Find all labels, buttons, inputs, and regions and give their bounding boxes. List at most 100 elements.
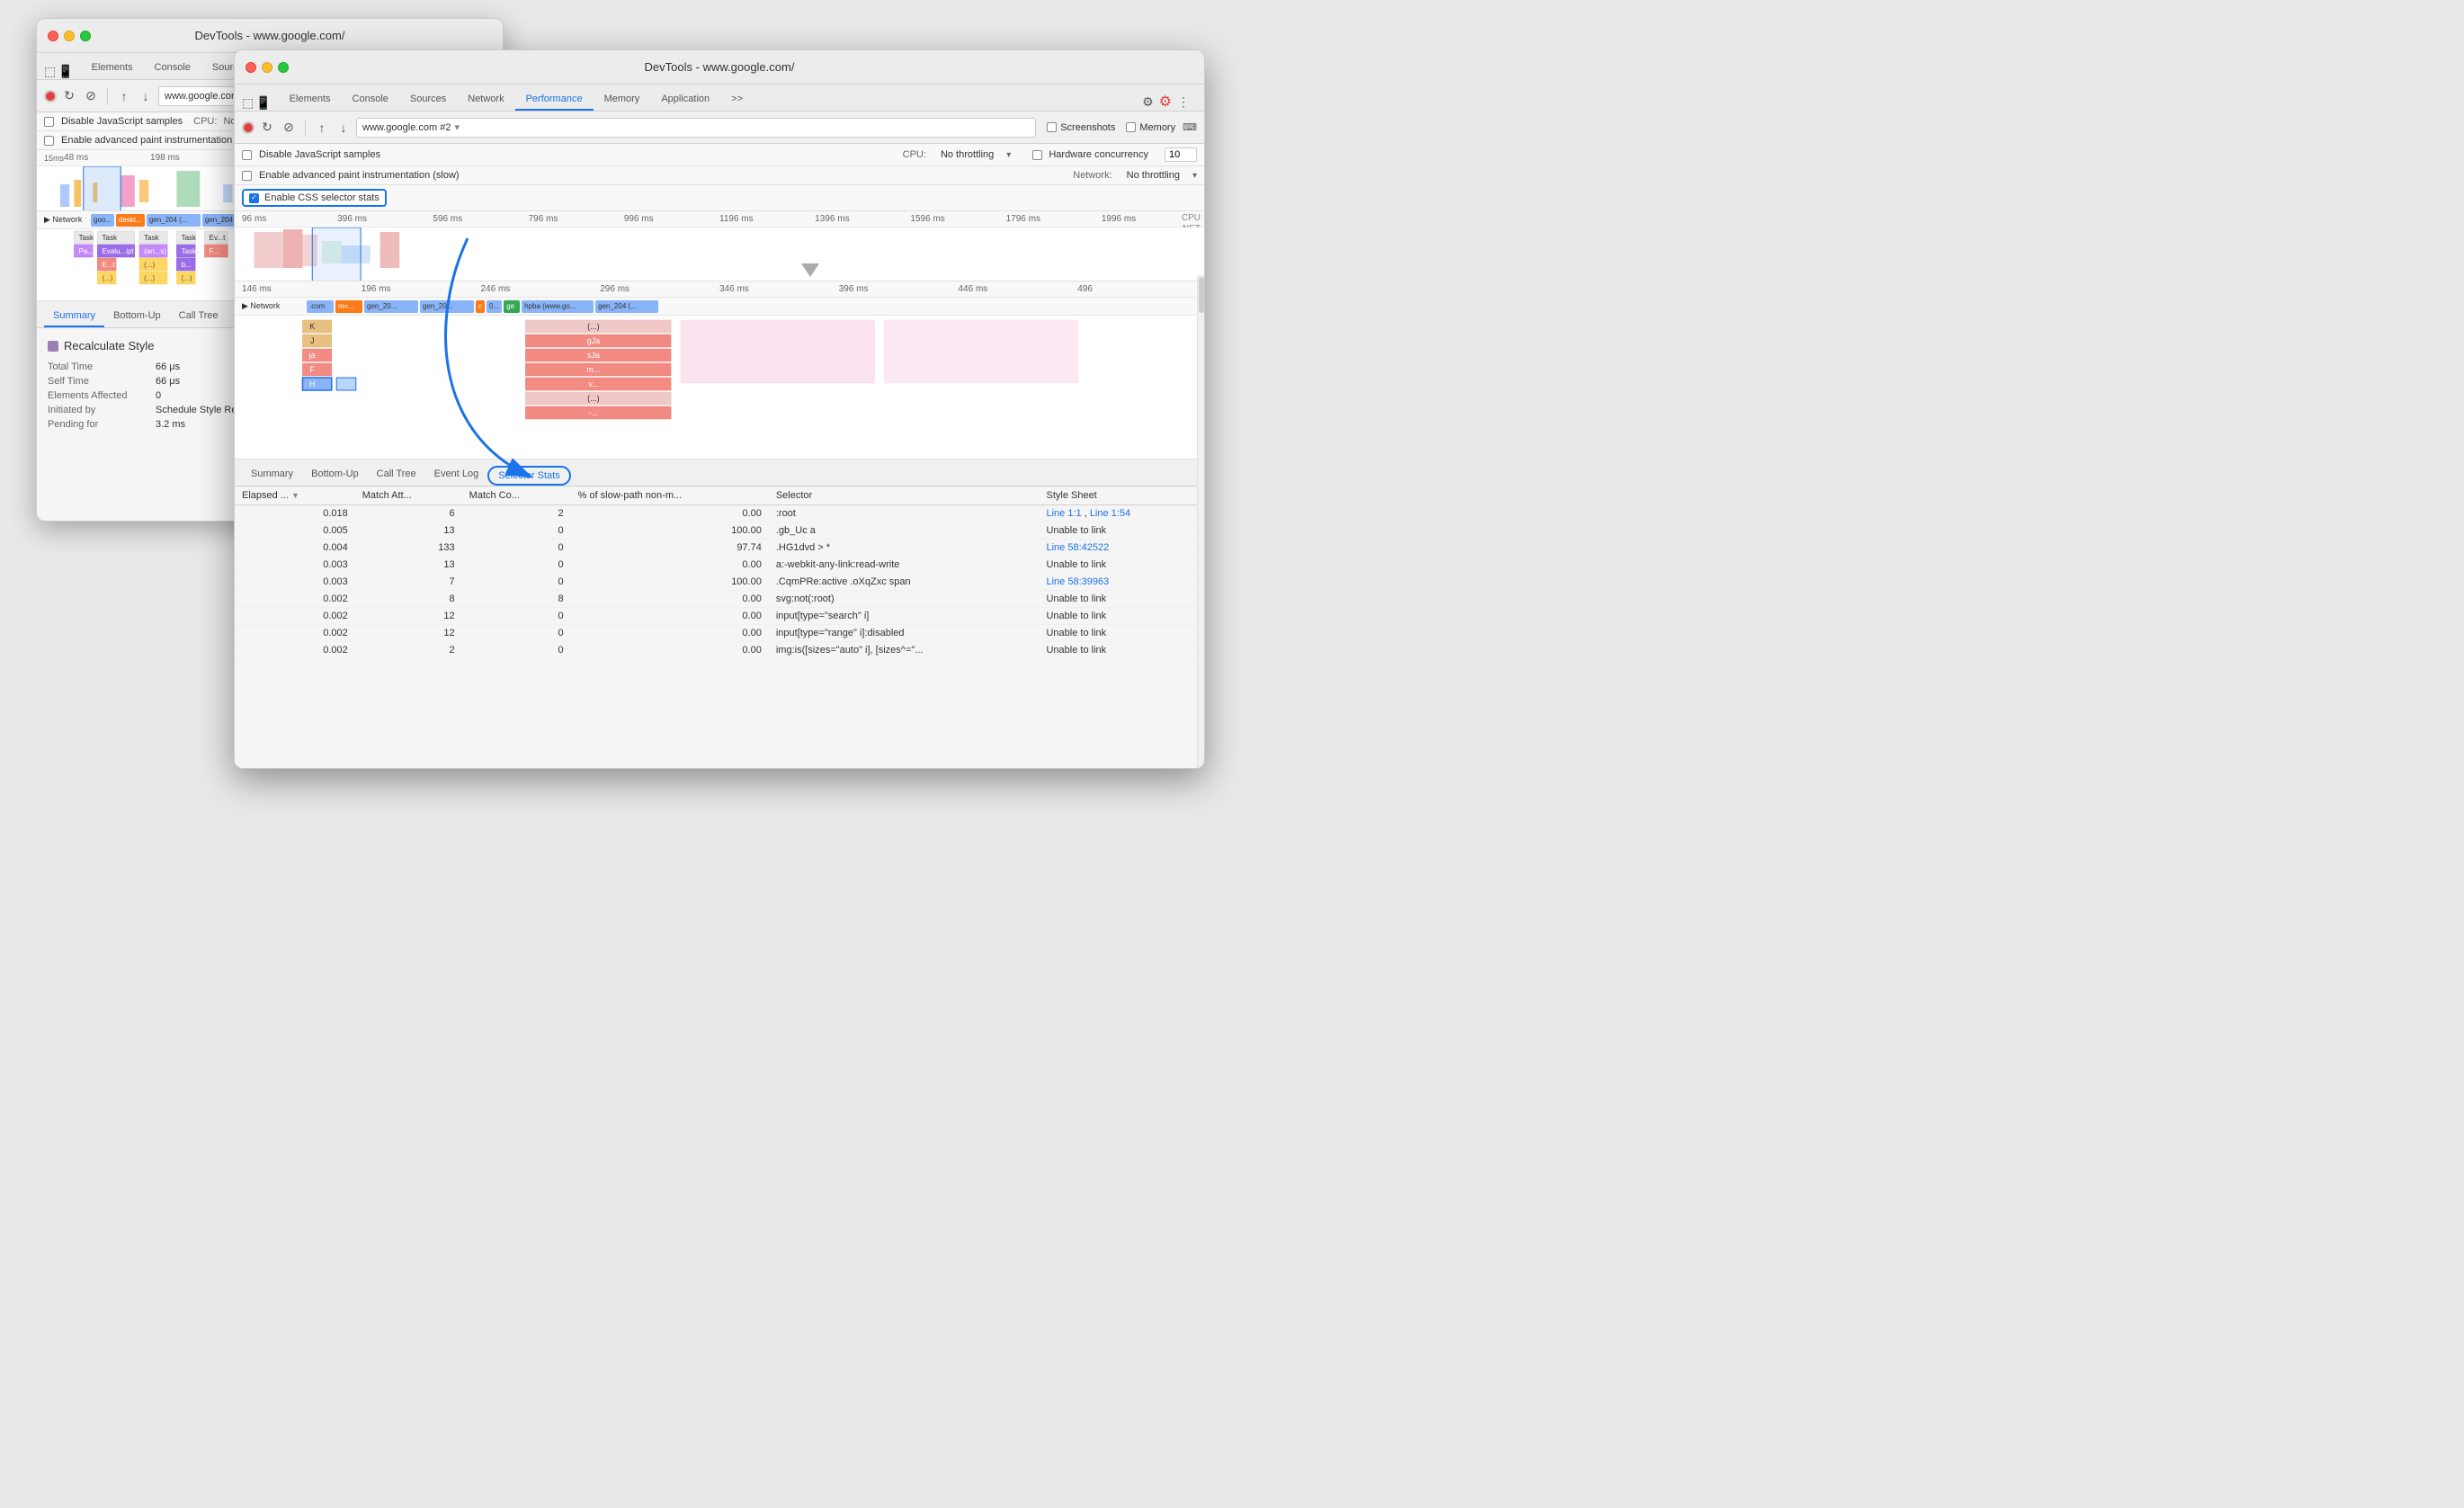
flame-chart-front[interactable]: K J ja F H (...) gJa sJa m... v... (...)… [235, 316, 1204, 460]
table-row[interactable]: 0.002 12 0 0.00 input[type="search" i] U… [235, 608, 1204, 625]
cell-match-co: 0 [462, 642, 571, 659]
screenshots-checkbox-front[interactable] [1047, 122, 1057, 132]
scrollbar-thumb[interactable] [1199, 277, 1204, 313]
enable-paint-label-back: Enable advanced paint instrumentation (s… [61, 135, 262, 146]
tab-bottomup-back[interactable]: Bottom-Up [104, 306, 170, 327]
cell-match-co: 0 [462, 522, 571, 540]
tab-network-front[interactable]: Network [457, 89, 514, 111]
hw-value-input-front[interactable] [1165, 147, 1197, 162]
cell-match-att: 13 [355, 557, 462, 574]
cell-selector: svg:not(:root) [769, 591, 1040, 608]
upload-icon-front[interactable]: ↑ [313, 119, 331, 137]
bt-f-3: 246 ms [481, 284, 601, 294]
inspector-icon-front[interactable]: ⬚ [242, 95, 254, 111]
tab-console-back[interactable]: Console [144, 58, 201, 79]
table-row[interactable]: 0.018 6 2 0.00 :root Line 1:1 , Line 1:5… [235, 505, 1204, 522]
inspector-icon-back[interactable]: ⬚ [44, 64, 56, 79]
settings-icon-front[interactable]: ⚙ [1142, 94, 1154, 110]
disable-js-checkbox-front[interactable] [242, 150, 252, 160]
tab-sources-front[interactable]: Sources [399, 89, 457, 111]
close-button-back[interactable] [48, 31, 58, 41]
tab-summary-back[interactable]: Summary [44, 306, 104, 327]
cell-match-co: 0 [462, 540, 571, 557]
settings-icon-red-front[interactable]: ⚙ [1159, 93, 1172, 111]
col-selector[interactable]: Selector [769, 486, 1040, 505]
table-row[interactable]: 0.002 2 0 0.00 img:is([sizes="auto" i], … [235, 642, 1204, 659]
col-match-co[interactable]: Match Co... [462, 486, 571, 505]
upload-icon-back[interactable]: ↑ [115, 87, 133, 105]
cell-pct: 0.00 [571, 557, 769, 574]
svg-text:(...): (...) [182, 274, 192, 282]
tl-f-4: 796 ms [529, 214, 624, 224]
net-f-6: 0... [487, 300, 502, 313]
cpu-label-front: CPU: [903, 149, 926, 160]
url-bar-front[interactable]: www.google.com #2 ▾ [356, 118, 1036, 138]
tab-selectorstats-front[interactable]: Selector Stats [487, 466, 570, 486]
tab-performance-front[interactable]: Performance [515, 89, 594, 111]
reload-icon-back[interactable]: ↻ [60, 87, 78, 105]
table-row[interactable]: 0.003 7 0 100.00 .CqmPRe:active .oXqZxc … [235, 574, 1204, 591]
maximize-button-front[interactable] [278, 62, 289, 73]
hw-checkbox-front[interactable] [1032, 150, 1042, 160]
col-match-att[interactable]: Match Att... [355, 486, 462, 505]
more-icon-front[interactable]: ⋮ [1177, 94, 1190, 110]
device-icon-back[interactable]: 📱 [58, 64, 73, 79]
tab-eventlog-front[interactable]: Event Log [425, 464, 488, 486]
table-row[interactable]: 0.002 12 0 0.00 input[type="range" i]:di… [235, 625, 1204, 642]
tab-memory-front[interactable]: Memory [594, 89, 651, 111]
clear-icon-front[interactable]: ⊘ [280, 119, 298, 137]
table-container-front[interactable]: Elapsed ... ▼ Match Att... Match Co... %… [235, 486, 1204, 659]
maximize-button-back[interactable] [80, 31, 91, 41]
traffic-lights-back[interactable] [48, 31, 91, 41]
minimize-button-front[interactable] [262, 62, 272, 73]
scrollbar-right[interactable] [1197, 275, 1204, 768]
table-row[interactable]: 0.005 13 0 100.00 .gb_Uc a Unable to lin… [235, 522, 1204, 540]
tab-console-front[interactable]: Console [342, 89, 399, 111]
disable-js-checkbox-back[interactable] [44, 117, 54, 127]
table-header: Elapsed ... ▼ Match Att... Match Co... %… [235, 486, 1204, 505]
stylesheet-link[interactable]: Line 58:39963 [1046, 576, 1109, 587]
stylesheet-link[interactable]: Line 1:54 [1090, 508, 1130, 519]
svg-text:ja: ja [308, 351, 316, 360]
tab-elements-back[interactable]: Elements [81, 58, 144, 79]
memory-cb-front[interactable]: Memory [1126, 122, 1175, 133]
record-icon-front[interactable] [242, 121, 254, 134]
close-button-front[interactable] [246, 62, 256, 73]
enable-paint-checkbox-front[interactable] [242, 171, 252, 181]
download-icon-back[interactable]: ↓ [137, 87, 155, 105]
screenshots-cb-front[interactable]: Screenshots [1047, 122, 1115, 133]
tab-summary-front[interactable]: Summary [242, 464, 302, 486]
enable-paint-checkbox-back[interactable] [44, 136, 54, 146]
clear-icon-back[interactable]: ⊘ [82, 87, 100, 105]
disable-js-row-front: Disable JavaScript samples [242, 149, 380, 160]
col-elapsed[interactable]: Elapsed ... ▼ [235, 486, 355, 505]
tab-more-front[interactable]: >> [720, 89, 754, 111]
device-icon-front[interactable]: 📱 [255, 95, 271, 111]
table-row[interactable]: 0.003 13 0 0.00 a:-webkit-any-link:read-… [235, 557, 1204, 574]
capture-icon-front[interactable]: ⌨ [1183, 121, 1197, 133]
table-row[interactable]: 0.002 8 8 0.00 svg:not(:root) Unable to … [235, 591, 1204, 608]
cpu-arrow-front[interactable]: ▾ [1006, 150, 1011, 160]
minimize-button-back[interactable] [64, 31, 75, 41]
tl-label-1: 15ms [44, 154, 64, 163]
table-row[interactable]: 0.004 133 0 97.74 .HG1dvd > * Line 58:42… [235, 540, 1204, 557]
network-arrow-front[interactable]: ▾ [1192, 171, 1197, 181]
stylesheet-link[interactable]: Line 58:42522 [1046, 542, 1109, 553]
cell-match-att: 6 [355, 505, 462, 522]
memory-checkbox-front[interactable] [1126, 122, 1136, 132]
stylesheet-link[interactable]: Line 1:1 [1046, 508, 1081, 519]
tab-elements-front[interactable]: Elements [279, 89, 342, 111]
css-selector-checkbox[interactable] [249, 193, 259, 203]
col-stylesheet[interactable]: Style Sheet [1039, 486, 1204, 505]
col-pct[interactable]: % of slow-path non-m... [571, 486, 769, 505]
svg-text:sJa: sJa [587, 351, 600, 360]
record-icon-back[interactable] [44, 90, 57, 103]
tab-calltree-front[interactable]: Call Tree [368, 464, 425, 486]
tab-calltree-back[interactable]: Call Tree [170, 306, 228, 327]
tab-application-front[interactable]: Application [650, 89, 720, 111]
reload-icon-front[interactable]: ↻ [258, 119, 276, 137]
traffic-lights-front[interactable] [246, 62, 289, 73]
timeline-chart-front[interactable] [235, 228, 1204, 281]
tab-bottomup-front[interactable]: Bottom-Up [302, 464, 368, 486]
download-icon-front[interactable]: ↓ [335, 119, 353, 137]
